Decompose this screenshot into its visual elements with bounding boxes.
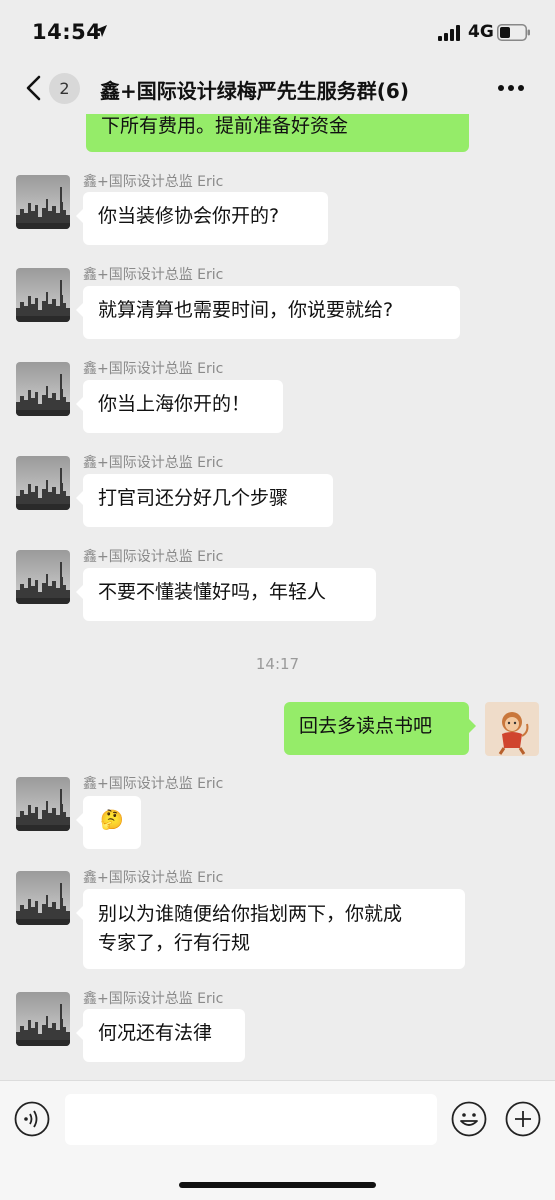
nav-bar: 2 鑫+国际设计绿梅严先生服务群(6) [0,64,555,114]
message-text: 回去多读点书吧 [299,715,433,737]
sender-name: 鑫+国际设计总监 Eric [83,361,224,377]
sender-name: 鑫+国际设计总监 Eric [83,870,224,886]
battery-icon [497,24,530,41]
location-arrow-icon [95,25,107,37]
message-input[interactable] [65,1094,437,1145]
message-text: 你当装修协会你开的? [98,205,280,227]
message-text: 下所有费用。提前准备好资金 [101,115,349,137]
received-message-bubble[interactable]: 就算清算也需要时间，你说要就给? [76,286,460,339]
plus-icon[interactable] [505,1101,541,1137]
received-message-bubble[interactable]: 🤔 [76,796,141,849]
avatar[interactable] [16,550,70,604]
chevron-left-icon[interactable] [24,74,44,102]
network-type: 4G [468,22,494,42]
sender-name: 鑫+国际设计总监 Eric [83,267,224,283]
avatar[interactable] [16,362,70,416]
voice-icon[interactable] [14,1101,50,1137]
sender-name: 鑫+国际设计总监 Eric [83,991,224,1007]
avatar[interactable] [16,871,70,925]
sent-message-bubble[interactable]: 下所有费用。提前准备好资金 [86,114,469,152]
sender-name: 鑫+国际设计总监 Eric [83,455,224,471]
received-message-bubble[interactable]: 不要不懂装懂好吗，年轻人 [76,568,376,621]
avatar[interactable] [16,777,70,831]
avatar[interactable] [16,268,70,322]
message-text-line: 专家了，行有行规 [98,932,251,954]
sender-name: 鑫+国际设计总监 Eric [83,776,224,792]
status-bar: 14:54 4G [0,0,555,64]
message-text: 不要不懂装懂好吗，年轻人 [98,581,327,603]
unread-count-badge[interactable]: 2 [49,73,80,104]
received-message-bubble[interactable]: 打官司还分好几个步骤 [76,474,333,527]
chat-title: 鑫+国际设计绿梅严先生服务群(6) [100,79,409,103]
sender-name: 鑫+国际设计总监 Eric [83,174,224,190]
chat-message-list[interactable]: 下所有费用。提前准备好资金 鑫+国际设计总监 Eric 你当装修协会你开的? 鑫… [0,114,555,1080]
avatar[interactable] [16,175,70,229]
signal-icon [438,25,460,41]
more-dots-icon[interactable] [497,84,525,92]
sender-name: 鑫+国际设计总监 Eric [83,549,224,565]
message-text: 你当上海你开的！ [98,393,251,415]
avatar[interactable] [16,456,70,510]
my-avatar[interactable] [485,702,539,756]
avatar[interactable] [16,992,70,1046]
message-timestamp: 14:17 [255,655,300,673]
message-text-line: 别以为谁随便给你指划两下，你就成 [98,903,403,925]
emoji-icon[interactable] [451,1101,487,1137]
received-message-bubble[interactable]: 何况还有法律 [76,1009,245,1062]
message-text: 就算清算也需要时间，你说要就给? [98,299,394,321]
sent-message-bubble[interactable]: 回去多读点书吧 [284,702,476,755]
received-message-bubble[interactable]: 你当装修协会你开的? [76,192,328,245]
status-time: 14:54 [32,20,102,44]
home-indicator[interactable] [179,1182,376,1188]
received-message-bubble[interactable]: 你当上海你开的！ [76,380,283,433]
message-text: 打官司还分好几个步骤 [98,487,289,509]
thinking-face-emoji: 🤔 [100,809,124,831]
message-text: 何况还有法律 [98,1022,213,1044]
received-message-bubble[interactable]: 别以为谁随便给你指划两下，你就成 专家了，行有行规 [76,889,465,969]
